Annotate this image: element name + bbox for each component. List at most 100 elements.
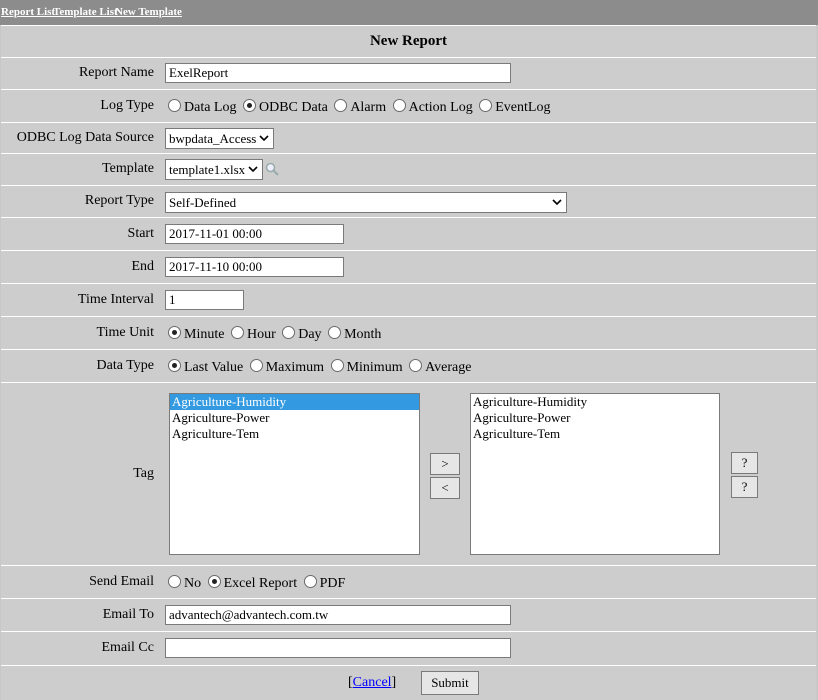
log-type-radio-eventlog[interactable]	[479, 99, 493, 112]
cancel-link-wrapper: [Cancel]	[348, 675, 396, 691]
data-type-radio-minimum[interactable]	[330, 359, 344, 372]
time-unit-label: Time Unit	[96, 325, 154, 340]
log-type-radio-odbc-data[interactable]	[242, 99, 256, 112]
email-to-row: Email To	[1, 598, 816, 631]
end-label: End	[131, 259, 154, 274]
email-cc-input[interactable]	[165, 638, 511, 658]
report-list-link[interactable]: Report List	[1, 6, 55, 18]
tag-row: Tag Agriculture-Humidity Agriculture-Pow…	[1, 382, 816, 565]
actions-row: [Cancel] Submit	[1, 665, 816, 700]
title-row: New Report	[1, 25, 816, 57]
email-to-label: Email To	[102, 607, 154, 622]
email-cc-row: Email Cc	[1, 631, 816, 665]
send-email-radio-group: No Excel Report PDF	[165, 575, 345, 592]
email-to-input[interactable]	[165, 605, 511, 625]
report-type-row: Report Type Self-Defined	[1, 185, 816, 217]
list-item[interactable]: Agriculture-Power	[170, 410, 419, 426]
time-unit-radio-month[interactable]	[328, 326, 342, 339]
report-name-row: Report Name	[1, 57, 816, 89]
data-type-option-label: Maximum	[265, 360, 325, 375]
data-type-option-label: Minimum	[346, 360, 403, 375]
report-name-input[interactable]	[165, 63, 511, 83]
time-unit-row: Time Unit Minute Hour Day Month	[1, 316, 816, 349]
template-value: template1.xlsx	[169, 162, 246, 177]
list-item[interactable]: Agriculture-Humidity	[471, 394, 719, 410]
start-label: Start	[127, 226, 154, 241]
page-title: New Report	[369, 33, 448, 49]
data-type-row: Data Type Last Value Maximum Minimum Ave…	[1, 349, 816, 382]
log-type-radio-data-log[interactable]	[168, 99, 181, 112]
new-template-link[interactable]: New Template	[115, 6, 182, 18]
template-row: Template template1.xlsx	[1, 153, 816, 185]
list-item[interactable]: Agriculture-Humidity	[170, 394, 419, 410]
log-type-option-label: Action Log	[408, 100, 473, 115]
data-type-radio-average[interactable]	[409, 359, 423, 372]
time-interval-label: Time Interval	[77, 292, 154, 307]
send-email-label: Send Email	[89, 574, 154, 589]
add-tag-button[interactable]: >	[430, 453, 460, 475]
log-type-option-label: EventLog	[495, 100, 551, 115]
data-type-option-label: Average	[425, 360, 472, 375]
move-up-button[interactable]: ?	[731, 452, 758, 474]
log-type-label: Log Type	[100, 98, 154, 113]
time-unit-option-label: Minute	[184, 327, 225, 342]
cancel-link[interactable]: Cancel	[353, 675, 392, 690]
start-input[interactable]	[165, 224, 344, 244]
send-email-option-label: No	[184, 576, 202, 591]
magnifier-icon[interactable]	[265, 162, 279, 176]
template-label: Template	[102, 161, 154, 176]
odbc-source-value: bwpdata_Access	[169, 131, 257, 146]
report-name-label: Report Name	[78, 65, 154, 80]
report-type-value: Self-Defined	[169, 195, 237, 210]
data-type-radio-maximum[interactable]	[249, 359, 263, 372]
send-email-option-label: PDF	[319, 576, 346, 591]
list-item[interactable]: Agriculture-Power	[471, 410, 719, 426]
remove-tag-button[interactable]: <	[430, 477, 460, 499]
list-item[interactable]: Agriculture-Tem	[471, 426, 719, 442]
data-type-option-label: Last Value	[184, 360, 244, 375]
time-unit-radio-hour[interactable]	[230, 326, 244, 339]
log-type-radio-alarm[interactable]	[334, 99, 348, 112]
submit-button[interactable]: Submit	[421, 671, 479, 695]
odbc-source-label: ODBC Log Data Source	[16, 130, 154, 145]
report-type-label: Report Type	[84, 193, 154, 208]
template-select[interactable]: template1.xlsx	[165, 159, 263, 180]
top-nav-bar: Report List Template List New Template	[0, 0, 818, 25]
log-type-radio-group: Data Log ODBC Data Alarm Action Log Even…	[165, 99, 550, 116]
send-email-radio-excel-report[interactable]	[207, 575, 221, 588]
time-unit-radio-minute[interactable]	[168, 326, 181, 339]
time-interval-input[interactable]	[165, 290, 244, 310]
data-type-label: Data Type	[96, 358, 154, 373]
odbc-source-select[interactable]: bwpdata_Access	[165, 128, 274, 149]
time-unit-radio-day[interactable]	[282, 326, 296, 339]
time-unit-option-label: Hour	[246, 327, 276, 342]
time-unit-option-label: Month	[344, 327, 382, 342]
chevron-down-icon	[259, 135, 269, 142]
log-type-option-label: Alarm	[350, 100, 387, 115]
list-item[interactable]: Agriculture-Tem	[170, 426, 419, 442]
selected-tags-listbox[interactable]: Agriculture-Humidity Agriculture-Power A…	[470, 393, 720, 555]
start-row: Start	[1, 217, 816, 250]
log-type-option-label: ODBC Data	[258, 100, 328, 115]
log-type-radio-action-log[interactable]	[392, 99, 406, 112]
available-tags-listbox[interactable]: Agriculture-Humidity Agriculture-Power A…	[169, 393, 420, 555]
send-email-radio-no[interactable]	[168, 575, 181, 588]
time-unit-option-label: Day	[298, 327, 322, 342]
template-list-link[interactable]: Template List	[53, 6, 118, 18]
move-down-button[interactable]: ?	[731, 476, 758, 498]
end-row: End	[1, 250, 816, 283]
log-type-row: Log Type Data Log ODBC Data Alarm Action…	[1, 89, 816, 122]
chevron-down-icon	[248, 166, 258, 173]
send-email-option-label: Excel Report	[223, 576, 298, 591]
chevron-down-icon	[552, 199, 562, 206]
report-type-select[interactable]: Self-Defined	[165, 192, 567, 213]
email-cc-label: Email Cc	[101, 640, 155, 655]
data-type-radio-last-value[interactable]	[168, 359, 181, 372]
data-type-radio-group: Last Value Maximum Minimum Average	[165, 359, 471, 376]
send-email-row: Send Email No Excel Report PDF	[1, 565, 816, 598]
tag-label: Tag	[133, 466, 154, 481]
send-email-radio-pdf[interactable]	[303, 575, 317, 588]
end-input[interactable]	[165, 257, 344, 277]
time-unit-radio-group: Minute Hour Day Month	[165, 326, 381, 343]
log-type-option-label: Data Log	[184, 100, 237, 115]
